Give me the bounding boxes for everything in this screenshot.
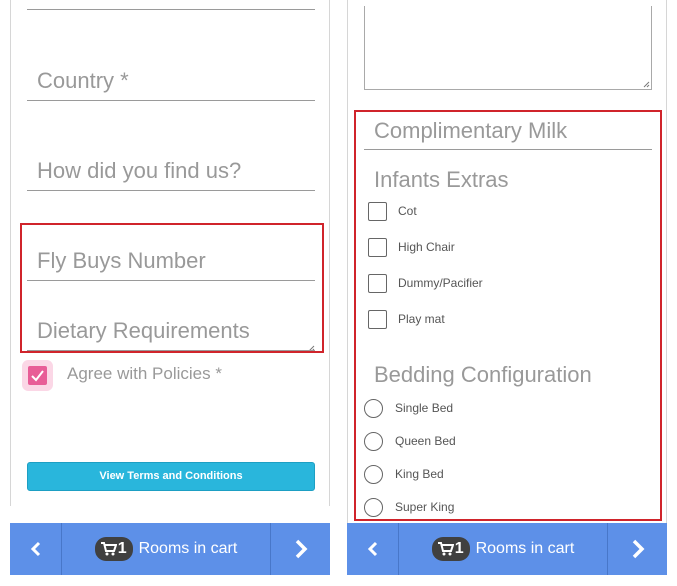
chevron-right-icon bbox=[632, 539, 644, 559]
previous-field-underline bbox=[27, 9, 315, 10]
cart-icon bbox=[437, 542, 454, 556]
prev-button[interactable] bbox=[10, 523, 62, 575]
checkbox-cot[interactable]: Cot bbox=[368, 201, 417, 221]
cot-checkbox[interactable] bbox=[368, 201, 387, 221]
queen-bed-radio[interactable] bbox=[364, 431, 383, 451]
left-panel: Country * How did you find us? Fly Buys … bbox=[10, 0, 330, 586]
how-found-label: How did you find us? bbox=[37, 158, 242, 183]
complimentary-milk-field[interactable]: Complimentary Milk bbox=[374, 118, 567, 144]
play-mat-checkbox[interactable] bbox=[368, 309, 387, 329]
cart-badge: 1 bbox=[94, 537, 133, 561]
milk-underline bbox=[364, 149, 652, 150]
next-button[interactable] bbox=[270, 523, 330, 575]
rooms-in-cart-button[interactable]: 1 Rooms in cart bbox=[63, 523, 269, 575]
radio-single-bed[interactable]: Single Bed bbox=[364, 398, 453, 418]
cart-badge: 1 bbox=[431, 537, 470, 561]
form-card: Country * How did you find us? Fly Buys … bbox=[10, 0, 330, 506]
next-button[interactable] bbox=[607, 523, 667, 575]
dummy-pacifier-label: Dummy/Pacifier bbox=[398, 276, 483, 290]
chevron-left-icon bbox=[30, 541, 40, 557]
chevron-right-icon bbox=[295, 539, 307, 559]
country-field[interactable]: Country * bbox=[27, 68, 315, 94]
agree-checkbox[interactable] bbox=[28, 366, 47, 385]
single-bed-radio[interactable] bbox=[364, 398, 383, 418]
cart-count: 1 bbox=[454, 540, 464, 557]
checkbox-dummy-pacifier[interactable]: Dummy/Pacifier bbox=[368, 273, 483, 293]
infants-extras-title: Infants Extras bbox=[374, 167, 509, 192]
checkbox-play-mat[interactable]: Play mat bbox=[368, 309, 445, 329]
dummy-pacifier-checkbox[interactable] bbox=[368, 273, 387, 293]
bedding-configuration-title: Bedding Configuration bbox=[374, 362, 592, 387]
check-icon bbox=[31, 370, 44, 382]
bottom-bar: 1 Rooms in cart bbox=[10, 523, 330, 575]
rooms-in-cart-button[interactable]: 1 Rooms in cart bbox=[400, 523, 606, 575]
view-terms-button[interactable]: View Terms and Conditions bbox=[27, 462, 315, 491]
cart-label: Rooms in cart bbox=[475, 540, 575, 557]
king-bed-label: King Bed bbox=[395, 467, 444, 481]
prev-button[interactable] bbox=[347, 523, 399, 575]
resize-grip-icon[interactable] bbox=[643, 81, 650, 88]
high-chair-label: High Chair bbox=[398, 240, 455, 254]
bottom-bar: 1 Rooms in cart bbox=[347, 523, 667, 575]
radio-super-king[interactable]: Super King bbox=[364, 497, 454, 517]
highlight-box bbox=[20, 223, 324, 353]
cart-count: 1 bbox=[117, 540, 127, 557]
extras-card: Complimentary Milk Infants Extras Cot Hi… bbox=[347, 0, 667, 523]
queen-bed-label: Queen Bed bbox=[395, 434, 456, 448]
radio-king-bed[interactable]: King Bed bbox=[364, 464, 444, 484]
country-underline bbox=[27, 100, 315, 101]
cart-label: Rooms in cart bbox=[138, 540, 238, 557]
radio-queen-bed[interactable]: Queen Bed bbox=[364, 431, 456, 451]
cart-icon bbox=[100, 542, 117, 556]
notes-textarea[interactable] bbox=[364, 6, 652, 90]
super-king-radio[interactable] bbox=[364, 497, 383, 517]
agree-label: Agree with Policies * bbox=[67, 364, 222, 383]
how-found-underline bbox=[27, 190, 315, 191]
cot-label: Cot bbox=[398, 204, 417, 218]
super-king-label: Super King bbox=[395, 500, 455, 514]
single-bed-label: Single Bed bbox=[395, 401, 454, 415]
king-bed-radio[interactable] bbox=[364, 464, 383, 484]
play-mat-label: Play mat bbox=[398, 312, 445, 326]
how-found-field[interactable]: How did you find us? bbox=[27, 158, 315, 184]
chevron-left-icon bbox=[367, 541, 377, 557]
right-panel: Complimentary Milk Infants Extras Cot Hi… bbox=[347, 0, 667, 586]
high-chair-checkbox[interactable] bbox=[368, 237, 387, 257]
country-label: Country * bbox=[37, 68, 129, 93]
checkbox-high-chair[interactable]: High Chair bbox=[368, 237, 455, 257]
